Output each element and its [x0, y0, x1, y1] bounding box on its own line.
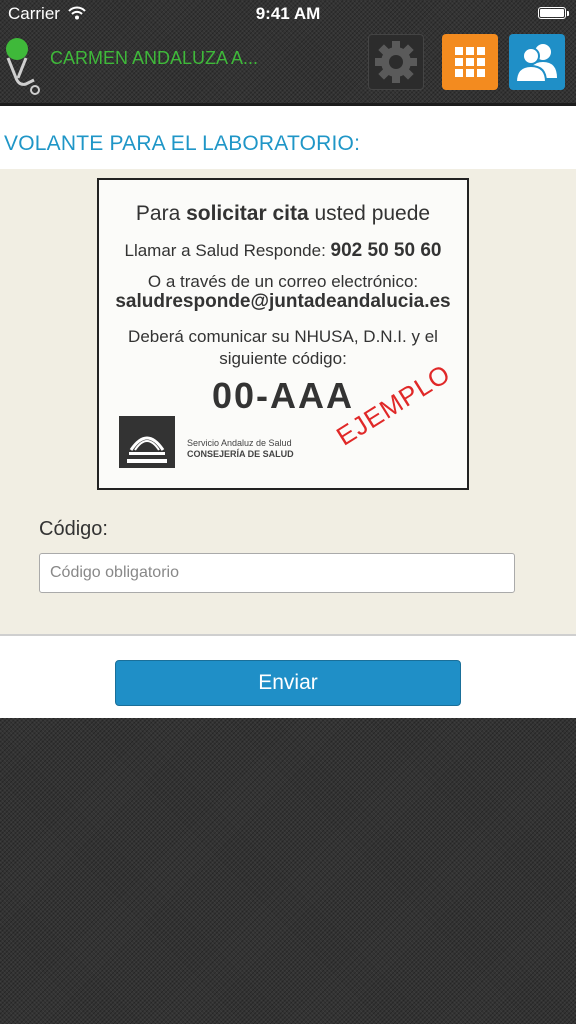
example-appointment-card: Para solicitar cita usted puede Llamar a…: [97, 178, 469, 490]
settings-button[interactable]: [368, 34, 424, 90]
status-time: 9:41 AM: [255, 4, 321, 23]
title-strip: VOLANTE PARA EL LABORATORIO:: [0, 106, 576, 169]
card-organization: Servicio Andaluz de Salud CONSEJERÍA DE …: [187, 438, 294, 459]
grid-icon: [442, 34, 498, 90]
stethoscope-icon: [2, 34, 44, 96]
send-button[interactable]: Enviar: [115, 660, 461, 706]
menu-grid-button[interactable]: [442, 34, 498, 90]
card-email: saludresponde@juntadeandalucia.es: [115, 291, 451, 312]
users-icon: [509, 34, 565, 90]
users-button[interactable]: [509, 34, 565, 90]
content-panel: Para solicitar cita usted puede Llamar a…: [0, 169, 576, 636]
battery-icon: [538, 7, 569, 19]
code-input[interactable]: [39, 553, 515, 593]
junta-logo-icon: [119, 416, 175, 468]
status-bar: Carrier 9:41 AM: [0, 0, 576, 28]
user-name[interactable]: CARMEN ANDALUZA A...: [50, 48, 350, 69]
gear-icon: [369, 35, 423, 89]
page-title: VOLANTE PARA EL LABORATORIO:: [4, 132, 361, 155]
card-phone-line: Llamar a Salud Responde: 902 50 50 60: [124, 240, 442, 261]
top-navbar: CARMEN ANDALUZA A...: [0, 28, 576, 104]
card-instructions: Deberá comunicar su NHUSA, D.N.I. y el si…: [128, 327, 438, 368]
card-heading: Para solicitar cita usted puede: [135, 202, 431, 225]
card-email-intro: O a través de un correo electrónico:: [147, 272, 419, 291]
footer-bar: Enviar: [0, 636, 576, 718]
code-label: Código:: [39, 518, 108, 540]
